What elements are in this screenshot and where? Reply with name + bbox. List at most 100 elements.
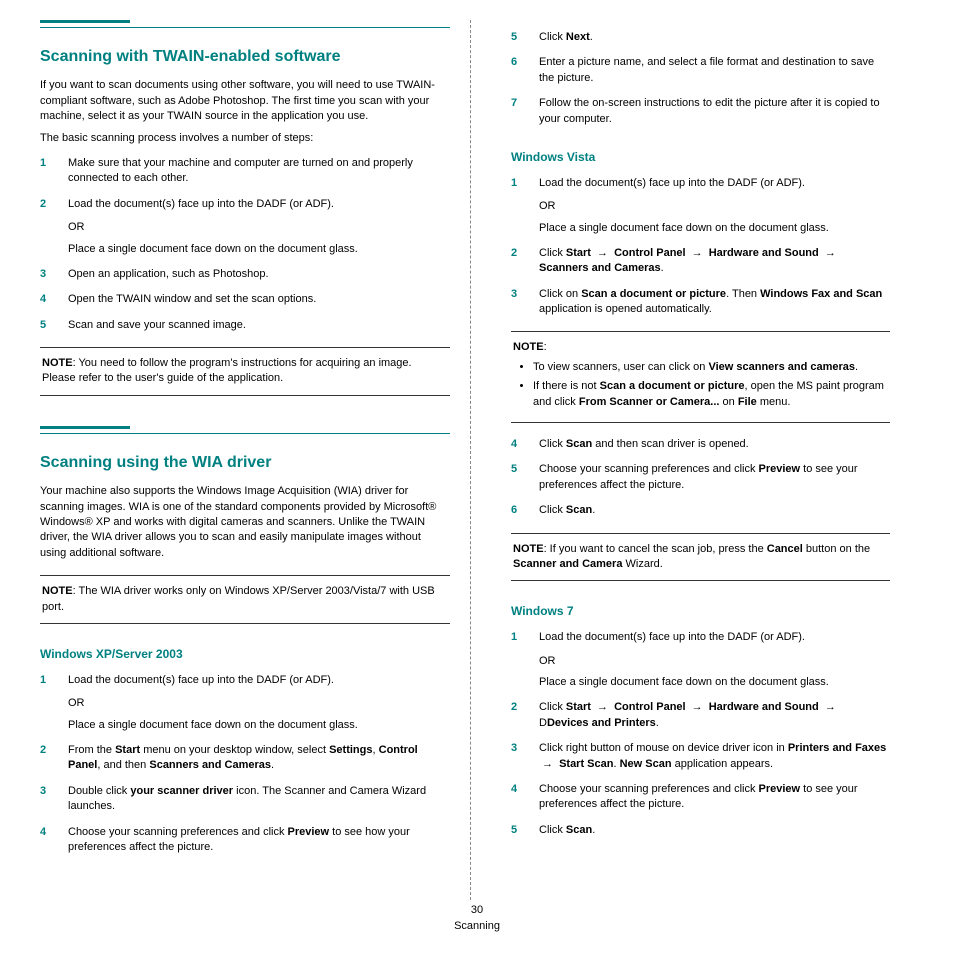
step-text: Choose your scanning preferences and cli…	[68, 826, 410, 853]
step-number: 4	[40, 292, 46, 307]
step-4: 4 Click Scan and then scan driver is ope…	[511, 437, 890, 452]
step-text: Place a single document face down on the…	[539, 221, 890, 236]
step-text: Load the document(s) face up into the DA…	[68, 674, 334, 686]
heading-win7: Windows 7	[511, 603, 890, 620]
step-3: 3 Click on Scan a document or picture. T…	[511, 287, 890, 318]
or-text: OR	[539, 199, 890, 214]
step-number: 3	[40, 267, 46, 282]
heading-wia: Scanning using the WIA driver	[40, 452, 450, 474]
step-number: 4	[511, 782, 517, 797]
step-number: 1	[40, 156, 46, 171]
step-number: 5	[40, 318, 46, 333]
step-text: Click on Scan a document or picture. The…	[539, 288, 882, 315]
step-number: 5	[511, 462, 517, 477]
step-text: Make sure that your machine and computer…	[68, 157, 413, 184]
step-text: Open an application, such as Photoshop.	[68, 268, 269, 280]
step-number: 2	[40, 743, 46, 758]
note-label: NOTE	[42, 357, 73, 369]
page-number: 30	[0, 903, 954, 918]
step-5: 5 Choose your scanning preferences and c…	[511, 462, 890, 493]
left-column: Scanning with TWAIN-enabled software If …	[40, 20, 470, 900]
step-7: 7 Follow the on-screen instructions to e…	[511, 96, 890, 127]
step-text: Click right button of mouse on device dr…	[539, 742, 886, 769]
step-text: Load the document(s) face up into the DA…	[68, 198, 334, 210]
step-2: 2 From the Start menu on your desktop wi…	[40, 743, 450, 774]
step-2: 2 Load the document(s) face up into the …	[40, 197, 450, 257]
step-text: Choose your scanning preferences and cli…	[539, 783, 858, 810]
para: If you want to scan documents using othe…	[40, 78, 450, 124]
heading-twain: Scanning with TWAIN-enabled software	[40, 46, 450, 68]
step-3: 3 Open an application, such as Photoshop…	[40, 267, 450, 282]
step-text: Click Scan.	[539, 504, 595, 516]
step-3: 3 Double click your scanner driver icon.…	[40, 784, 450, 815]
step-number: 1	[40, 673, 46, 688]
section-divider	[40, 27, 450, 28]
step-5: 5 Scan and save your scanned image.	[40, 318, 450, 333]
or-text: OR	[539, 654, 890, 669]
step-number: 3	[511, 741, 517, 756]
step-number: 5	[511, 30, 517, 45]
para: The basic scanning process involves a nu…	[40, 131, 450, 146]
step-number: 7	[511, 96, 517, 111]
step-number: 4	[40, 825, 46, 840]
step-number: 2	[511, 700, 517, 715]
step-4: 4 Open the TWAIN window and set the scan…	[40, 292, 450, 307]
or-text: OR	[68, 696, 450, 711]
note-box: NOTE: If you want to cancel the scan job…	[511, 533, 890, 582]
step-1: 1 Make sure that your machine and comput…	[40, 156, 450, 187]
page-footer: 30 Scanning	[0, 903, 954, 934]
step-1: 1 Load the document(s) face up into the …	[40, 673, 450, 733]
step-2: 2 Click Start → Control Panel → Hardware…	[511, 700, 890, 731]
heading-vista: Windows Vista	[511, 149, 890, 166]
step-text: Click Start → Control Panel → Hardware a…	[539, 701, 839, 728]
or-text: OR	[68, 220, 450, 235]
note-bullet: To view scanners, user can click on View…	[533, 360, 888, 375]
note-bullet: If there is not Scan a document or pictu…	[533, 379, 888, 410]
note-label: NOTE	[42, 585, 73, 597]
step-4: 4 Choose your scanning preferences and c…	[511, 782, 890, 813]
step-number: 4	[511, 437, 517, 452]
step-text: Double click your scanner driver icon. T…	[68, 785, 426, 812]
step-text: Click Scan.	[539, 824, 595, 836]
step-text: Click Next.	[539, 31, 593, 43]
step-text: Choose your scanning preferences and cli…	[539, 463, 858, 490]
step-text: Place a single document face down on the…	[539, 675, 890, 690]
step-text: Follow the on-screen instructions to edi…	[539, 97, 880, 124]
step-3: 3 Click right button of mouse on device …	[511, 741, 890, 772]
note-box: NOTE: The WIA driver works only on Windo…	[40, 575, 450, 624]
step-text: Load the document(s) face up into the DA…	[539, 177, 805, 189]
step-number: 1	[511, 630, 517, 645]
step-number: 6	[511, 55, 517, 70]
footer-label: Scanning	[454, 920, 500, 932]
step-number: 3	[40, 784, 46, 799]
step-text: Open the TWAIN window and set the scan o…	[68, 293, 316, 305]
step-text: Place a single document face down on the…	[68, 242, 450, 257]
step-number: 2	[40, 197, 46, 212]
note-box: NOTE: You need to follow the program's i…	[40, 347, 450, 396]
right-column: 5 Click Next. 6 Enter a picture name, an…	[470, 20, 900, 900]
step-text: Click Scan and then scan driver is opene…	[539, 438, 749, 450]
step-text: Load the document(s) face up into the DA…	[539, 631, 805, 643]
step-1: 1 Load the document(s) face up into the …	[511, 176, 890, 236]
section-rule	[40, 20, 130, 23]
step-number: 5	[511, 823, 517, 838]
step-6: 6 Enter a picture name, and select a fil…	[511, 55, 890, 86]
step-5: 5 Click Scan.	[511, 823, 890, 838]
step-text: Place a single document face down on the…	[68, 718, 450, 733]
para: Your machine also supports the Windows I…	[40, 484, 450, 561]
note-label: NOTE	[513, 341, 544, 353]
step-1: 1 Load the document(s) face up into the …	[511, 630, 890, 690]
step-text: Click Start → Control Panel → Hardware a…	[539, 247, 839, 274]
step-number: 3	[511, 287, 517, 302]
note-label: NOTE	[513, 543, 544, 555]
section-divider	[40, 433, 450, 434]
step-number: 6	[511, 503, 517, 518]
step-number: 1	[511, 176, 517, 191]
step-5: 5 Click Next.	[511, 30, 890, 45]
step-6: 6 Click Scan.	[511, 503, 890, 518]
note-text: : You need to follow the program's instr…	[42, 357, 412, 384]
step-text: Scan and save your scanned image.	[68, 319, 246, 331]
step-number: 2	[511, 246, 517, 261]
step-2: 2 Click Start → Control Panel → Hardware…	[511, 246, 890, 277]
note-text: : The WIA driver works only on Windows X…	[42, 585, 435, 612]
